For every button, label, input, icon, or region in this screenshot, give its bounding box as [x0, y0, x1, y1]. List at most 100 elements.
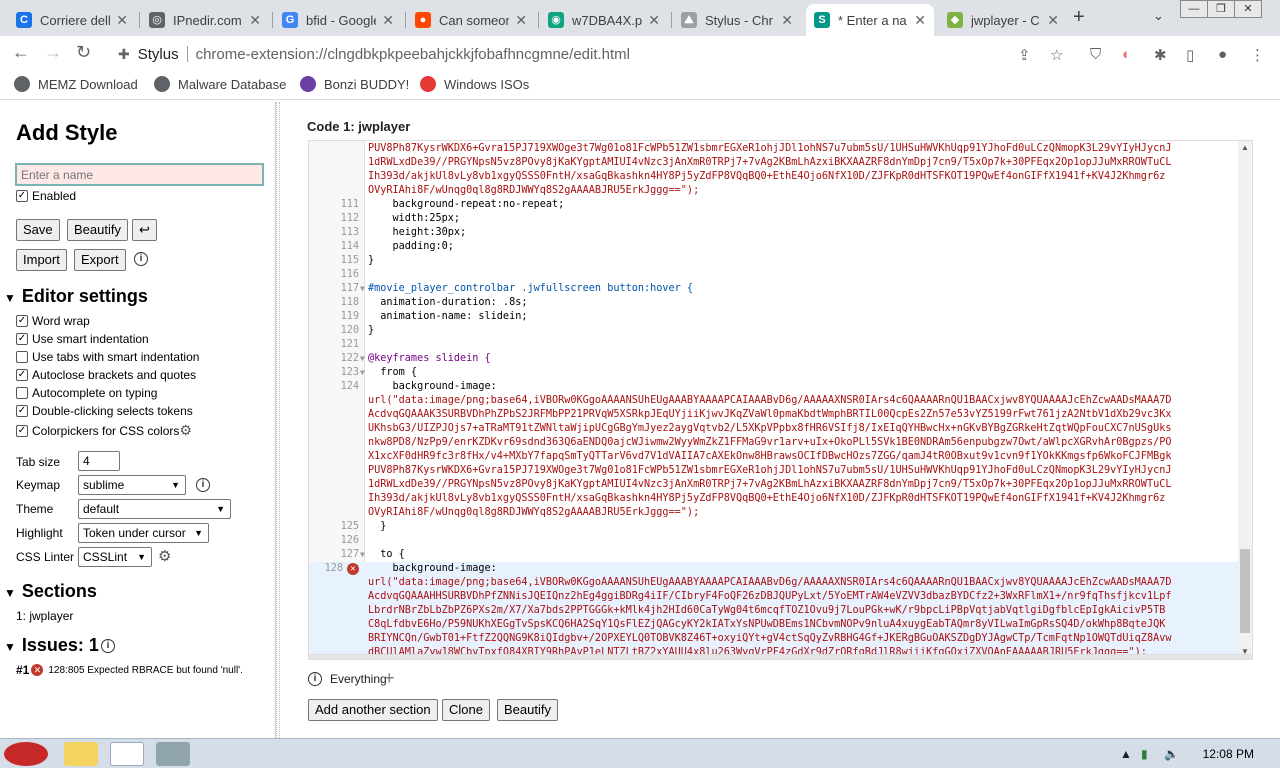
code-line[interactable]: PUV8Ph87KysrWKDX6+Gvra15PJ719XWOge3t7Wg0…: [309, 142, 1252, 156]
start-button-angry-bird-icon[interactable]: [4, 742, 48, 766]
scroll-up-icon[interactable]: ▲: [1241, 143, 1249, 152]
code-line[interactable]: Ih393d/akjkUl8vLy8vb1xgyQSSS0FntH/xsaGqB…: [309, 170, 1252, 184]
code-line[interactable]: 125 }: [309, 520, 1252, 534]
editor-horizontal-scrollbar[interactable]: [308, 654, 1253, 660]
style-name-input[interactable]: [15, 163, 264, 186]
code-line[interactable]: 122 ▼ @keyframes slidein {: [309, 352, 1252, 366]
code-line[interactable]: 115}: [309, 254, 1252, 268]
setting-checkbox[interactable]: ✓ Double-clicking selects tokens: [16, 404, 193, 418]
side-panel-icon[interactable]: ▯: [1186, 46, 1194, 64]
code-line[interactable]: 114 padding:0;: [309, 240, 1252, 254]
shield-extension-icon[interactable]: ⛉: [1090, 46, 1101, 63]
code-line[interactable]: 1dRWLxdDe39//PRGYNpsN5vz8POvy8jKaKYgptAM…: [309, 478, 1252, 492]
code-line[interactable]: nkw8PD8/NzPp9/enrKZDKvr69sdnd363Q6aENDQ0…: [309, 436, 1252, 450]
browser-tab[interactable]: Gbfid - Google ✕: [274, 4, 402, 36]
sections-heading[interactable]: ▼ Sections: [4, 581, 97, 602]
scrollbar-thumb[interactable]: [1240, 549, 1250, 633]
setting-checkbox[interactable]: Use tabs with smart indentation: [16, 350, 199, 364]
issue-row[interactable]: #1 ✕ 128:805 Expected RBRACE but found '…: [16, 663, 243, 677]
highlight-select[interactable]: Token under cursor ▼: [78, 523, 209, 543]
bookmark-item[interactable]: Windows ISOs: [420, 76, 529, 92]
tab-close-icon[interactable]: ✕: [515, 12, 527, 29]
browser-tab[interactable]: C Corriere della ✕: [8, 4, 136, 36]
bookmark-item[interactable]: Malware Database: [154, 76, 286, 92]
tray-up-arrow-icon[interactable]: ▲: [1120, 747, 1132, 761]
tab-close-icon[interactable]: ✕: [1047, 12, 1059, 29]
code-line[interactable]: url("data:image/png;base64,iVBORw0KGgoAA…: [309, 394, 1252, 408]
code-line[interactable]: AcdvqGQAAAHHSURBVDhPfZNNisJQEIQnz2hEg4gg…: [309, 590, 1252, 604]
tab-search-chevron-icon[interactable]: ⌄: [1153, 8, 1164, 24]
browser-tab[interactable]: ● Can someone ✕: [407, 4, 535, 36]
clone-button[interactable]: Clone: [442, 699, 490, 721]
enabled-checkbox[interactable]: ✓ Enabled: [16, 189, 76, 203]
share-icon[interactable]: ⇪: [1018, 46, 1031, 64]
code-line[interactable]: X1xcXF0dHR9fc3r8fHx/v4+MXbY7fapqSmTyQTTa…: [309, 450, 1252, 464]
setting-checkbox[interactable]: ✓ Use smart indentation: [16, 332, 149, 346]
code-line[interactable]: 127 ▼ to {: [309, 548, 1252, 562]
add-section-button[interactable]: Add another section: [308, 699, 438, 721]
tab-close-icon[interactable]: ✕: [249, 12, 261, 29]
code-line[interactable]: 113 height:30px;: [309, 226, 1252, 240]
beautify-button[interactable]: Beautify: [67, 219, 128, 241]
extensions-puzzle-icon[interactable]: ✱: [1154, 46, 1167, 64]
address-bar[interactable]: ✚ Stylus chrome-extension://clngdbkpkpee…: [110, 40, 1080, 68]
browser-tab[interactable]: ◎ IPnedir.com ✕: [141, 4, 269, 36]
menu-kebab-icon[interactable]: ⋮: [1250, 46, 1265, 64]
fold-marker-icon[interactable]: ▼: [360, 282, 365, 296]
code-line[interactable]: UKhsbG3/UIZPJOjs7+aTRaMT91tZWNltaWjipUCg…: [309, 422, 1252, 436]
code-line[interactable]: 126: [309, 534, 1252, 548]
app-taskbar-icon[interactable]: [156, 742, 190, 766]
browser-tab[interactable]: ⛰ Stylus - Chr ✕: [673, 4, 801, 36]
editor-settings-heading[interactable]: ▼ Editor settings: [4, 286, 148, 307]
fold-marker-icon[interactable]: ▼: [360, 548, 365, 562]
keymap-info-icon[interactable]: i: [196, 478, 210, 492]
code-line[interactable]: 112 width:25px;: [309, 212, 1252, 226]
keymap-select[interactable]: sublime ▼: [78, 475, 186, 495]
clock[interactable]: 12:08 PM: [1203, 747, 1254, 761]
browser-tab[interactable]: S * Enter a na ✕: [806, 4, 934, 36]
code-line[interactable]: 120}: [309, 324, 1252, 338]
bookmark-item[interactable]: MEMZ Download: [14, 76, 138, 92]
tab-close-icon[interactable]: ✕: [116, 12, 128, 29]
export-button[interactable]: Export: [74, 249, 126, 271]
save-button[interactable]: Save: [16, 219, 60, 241]
chrome-taskbar-icon[interactable]: [110, 742, 144, 766]
maximize-button[interactable]: ❐: [1207, 0, 1235, 18]
code-line[interactable]: 128128✕ background-image:: [309, 562, 1252, 576]
code-line[interactable]: LbrdrNBrZbLbZbPZ6PXs2m/X7/Xa7bds2PPTGGGk…: [309, 604, 1252, 618]
editor-vertical-scrollbar[interactable]: ▲ ▼: [1238, 141, 1252, 659]
code-line[interactable]: 118 animation-duration: .8s;: [309, 296, 1252, 310]
setting-checkbox[interactable]: ✓ Autoclose brackets and quotes: [16, 368, 196, 382]
undo-button[interactable]: ↩: [132, 219, 157, 241]
code-line[interactable]: BRIYNCQn/GwbT01+FtfZ2QQNG9K8iQIdgbv+/2OP…: [309, 632, 1252, 646]
setting-checkbox[interactable]: ✓ Word wrap: [16, 314, 90, 328]
lint-error-icon[interactable]: ✕: [347, 563, 359, 575]
code-line[interactable]: C8qLfdbvE6Ho/P59NUKhXEGgTvSpsKCQ6HA2SqY1…: [309, 618, 1252, 632]
applies-info-icon[interactable]: i: [308, 672, 322, 686]
issues-heading[interactable]: ▼ Issues: 1: [4, 635, 99, 656]
code-line[interactable]: AcdvqGQAAAK3SURBVDhPhZPbS2JRFMbPP21PRVqW…: [309, 408, 1252, 422]
setting-checkbox[interactable]: ✓ Colorpickers for CSS colors ⚙: [16, 422, 192, 439]
code-line[interactable]: 116: [309, 268, 1252, 282]
fold-marker-icon[interactable]: ▼: [360, 352, 365, 366]
profile-avatar-icon[interactable]: ●: [1218, 46, 1227, 63]
code-line[interactable]: Ih393d/akjkUl8vLy8vb1xgyQSSS0FntH/xsaGqB…: [309, 492, 1252, 506]
code-line[interactable]: 121: [309, 338, 1252, 352]
bookmark-item[interactable]: Bonzi BUDDY!: [300, 76, 409, 92]
code-line[interactable]: OVyRIAhi8F/wUnqg0ql8g8RDJWWYq8S2gAAAABJR…: [309, 184, 1252, 198]
import-button[interactable]: Import: [16, 249, 67, 271]
issues-info-icon[interactable]: i: [101, 639, 115, 653]
volume-icon[interactable]: 🔈: [1164, 747, 1179, 761]
code-line[interactable]: url("data:image/png;base64,iVBORw0KGgoAA…: [309, 576, 1252, 590]
section-beautify-button[interactable]: Beautify: [497, 699, 558, 721]
tab-close-icon[interactable]: ✕: [914, 12, 926, 29]
setting-checkbox[interactable]: Autocomplete on typing: [16, 386, 157, 400]
close-window-button[interactable]: ✕: [1234, 0, 1262, 18]
browser-tab[interactable]: ◉ w7DBA4X.p ✕: [540, 4, 668, 36]
back-arrow-icon[interactable]: ←: [12, 42, 30, 63]
code-editor[interactable]: PUV8Ph87KysrWKDX6+Gvra15PJ719XWOge3t7Wg0…: [308, 140, 1253, 660]
code-line[interactable]: OVyRIAhi8F/wUnqg0ql8g8RDJWWYq8S2gAAAABJR…: [309, 506, 1252, 520]
reload-icon[interactable]: ↻: [76, 42, 91, 63]
theme-select[interactable]: default ▼: [78, 499, 231, 519]
tab-close-icon[interactable]: ✕: [648, 12, 660, 29]
